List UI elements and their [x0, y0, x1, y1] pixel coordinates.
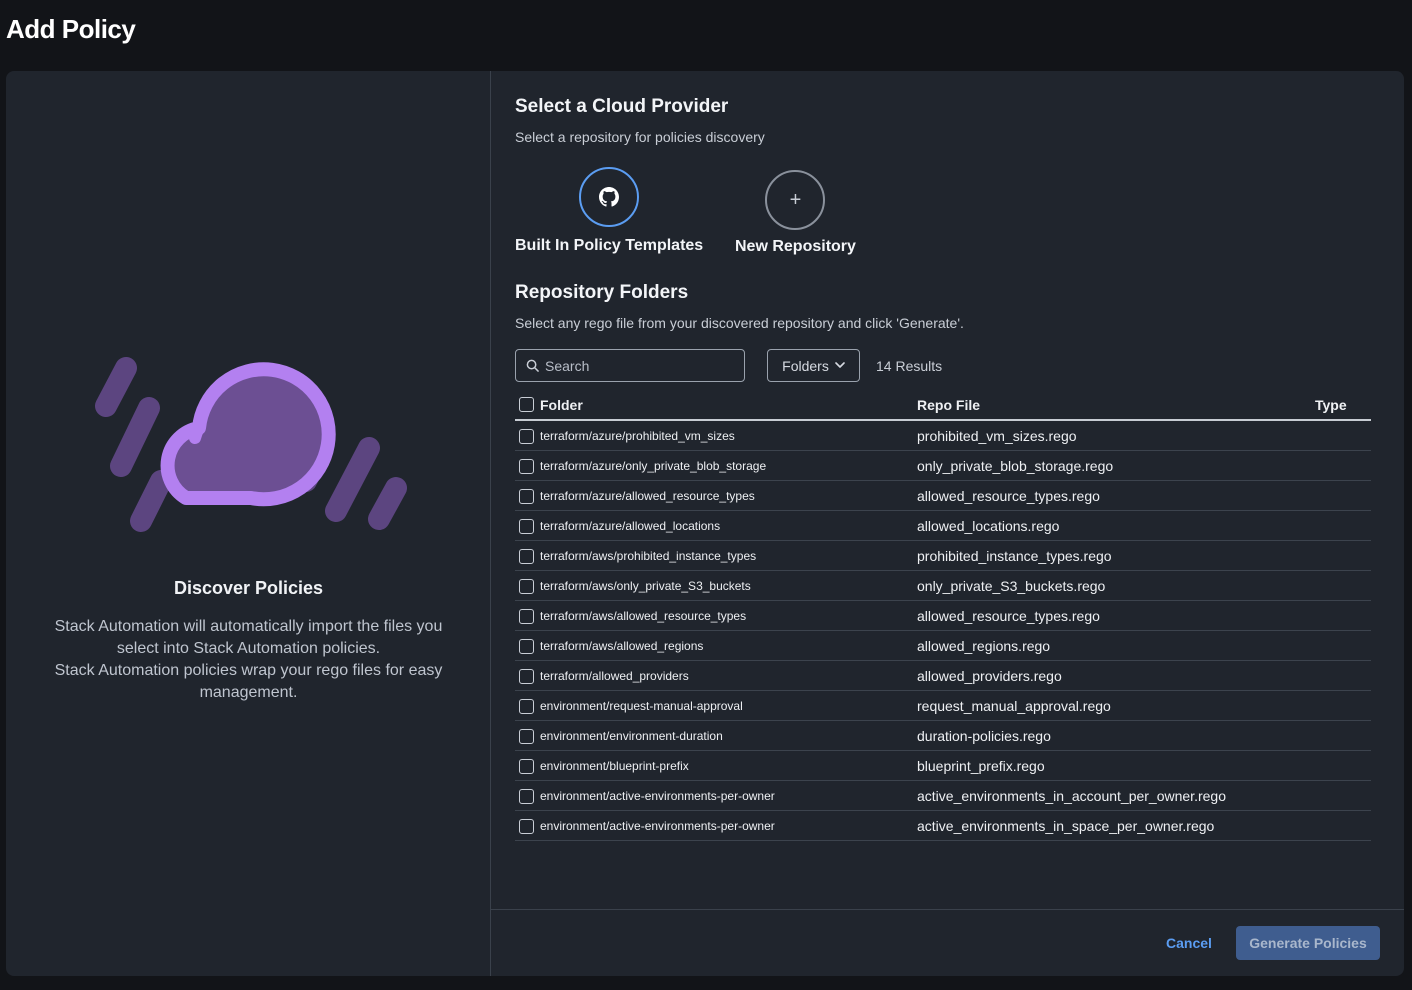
row-checkbox[interactable] — [519, 609, 534, 624]
discover-line-1: Stack Automation will automatically impo… — [54, 618, 443, 657]
row-checkbox[interactable] — [519, 429, 534, 444]
row-checkbox[interactable] — [519, 759, 534, 774]
table-row[interactable]: terraform/aws/allowed_resource_types allo… — [515, 601, 1371, 631]
row-folder: terraform/aws/only_private_S3_buckets — [540, 579, 751, 593]
provider-section-subtitle: Select a repository for policies discove… — [515, 129, 765, 145]
row-repo-file: blueprint_prefix.rego — [917, 758, 1045, 774]
provider-circle — [579, 167, 640, 227]
row-checkbox[interactable] — [519, 549, 534, 564]
cancel-button[interactable]: Cancel — [1166, 935, 1212, 951]
row-checkbox[interactable] — [519, 519, 534, 534]
discover-description: Stack Automation will automatically impo… — [36, 616, 461, 704]
row-checkbox[interactable] — [519, 729, 534, 744]
row-folder: terraform/azure/allowed_locations — [540, 519, 721, 533]
folders-section-subtitle: Select any rego file from your discovere… — [515, 315, 964, 331]
row-repo-file: allowed_regions.rego — [917, 638, 1051, 654]
table-row[interactable]: terraform/azure/allowed_locations allowed… — [515, 511, 1371, 541]
row-folder: environment/active-environments-per-owne… — [540, 819, 775, 833]
row-checkbox[interactable] — [519, 789, 534, 804]
row-folder: terraform/aws/allowed_regions — [540, 639, 704, 653]
row-folder: terraform/allowed_providers — [540, 669, 689, 683]
row-repo-file: allowed_resource_types.rego — [917, 488, 1100, 504]
row-checkbox[interactable] — [519, 669, 534, 684]
table-row[interactable]: terraform/aws/allowed_regions allowed_reg… — [515, 631, 1371, 661]
row-checkbox[interactable] — [519, 459, 534, 474]
row-repo-file: active_environments_in_account_per_owner… — [917, 788, 1226, 804]
table-row[interactable]: environment/request-manual-approval reque… — [515, 691, 1371, 721]
table-row[interactable]: environment/active-environments-per-owne… — [515, 781, 1371, 811]
row-folder: environment/environment-duration — [540, 729, 723, 743]
row-checkbox[interactable] — [519, 699, 534, 714]
table-row[interactable]: terraform/azure/allowed_resource_types al… — [515, 481, 1371, 511]
row-repo-file: duration-policies.rego — [917, 728, 1051, 744]
row-checkbox[interactable] — [519, 819, 534, 834]
row-folder: terraform/azure/allowed_resource_types — [540, 489, 755, 503]
table-header: Folder Repo File Type — [515, 391, 1371, 421]
chevron-down-icon — [835, 362, 845, 368]
folders-filter-label: Folders — [782, 357, 829, 374]
search-icon — [526, 359, 539, 372]
row-folder: environment/active-environments-per-owne… — [540, 789, 775, 803]
row-folder: terraform/aws/allowed_resource_types — [540, 609, 747, 623]
row-repo-file: allowed_resource_types.rego — [917, 608, 1100, 624]
policy-files-table: Folder Repo File Type terraform/azure/pr… — [515, 391, 1371, 841]
row-folder: terraform/aws/prohibited_instance_types — [540, 549, 757, 563]
row-repo-file: only_private_S3_buckets.rego — [917, 578, 1106, 594]
row-checkbox[interactable] — [519, 489, 534, 504]
select-all-checkbox[interactable] — [519, 397, 534, 412]
generate-policies-button[interactable]: Generate Policies — [1236, 926, 1380, 960]
table-row[interactable]: terraform/aws/prohibited_instance_types p… — [515, 541, 1371, 571]
discover-line-2: Stack Automation policies wrap your rego… — [54, 662, 443, 701]
discover-title: Discover Policies — [173, 578, 324, 598]
row-repo-file: allowed_providers.rego — [917, 668, 1062, 684]
plus-icon: + — [789, 189, 802, 211]
cloud-illustration-icon — [95, 357, 407, 532]
row-folder: terraform/azure/prohibited_vm_sizes — [540, 429, 735, 443]
row-repo-file: request_manual_approval.rego — [917, 698, 1111, 714]
row-folder: environment/blueprint-prefix — [540, 759, 689, 773]
row-repo-file: prohibited_vm_sizes.rego — [917, 428, 1077, 444]
table-row[interactable]: terraform/azure/only_private_blob_storag… — [515, 451, 1371, 481]
dialog-footer: Cancel Generate Policies — [491, 909, 1404, 976]
table-body: terraform/azure/prohibited_vm_sizesprohi… — [515, 421, 1371, 841]
table-row[interactable]: environment/blueprint-prefix blueprint_pr… — [515, 751, 1371, 781]
row-repo-file: prohibited_instance_types.rego — [917, 548, 1112, 564]
folders-section-title: Repository Folders — [515, 282, 689, 303]
results-count: 14 Results — [876, 358, 943, 374]
add-policy-panel: Discover Policies Stack Automation will … — [6, 71, 1404, 976]
table-row[interactable]: terraform/azure/prohibited_vm_sizes prohi… — [515, 421, 1371, 451]
row-repo-file: allowed_locations.rego — [917, 518, 1060, 534]
row-folder: environment/request-manual-approval — [540, 699, 743, 713]
config-pane: Select a Cloud Provider Select a reposit… — [491, 71, 1404, 976]
folders-filter-dropdown[interactable]: Folders — [767, 349, 860, 382]
github-icon — [599, 187, 620, 207]
row-checkbox[interactable] — [519, 639, 534, 654]
row-folder: terraform/azure/only_private_blob_storag… — [540, 459, 767, 473]
table-row[interactable]: terraform/allowed_providers allowed_provi… — [515, 661, 1371, 691]
row-repo-file: active_environments_in_space_per_owner.r… — [917, 818, 1215, 834]
search-input[interactable] — [545, 357, 725, 374]
table-row[interactable]: environment/active-environments-per-owne… — [515, 811, 1371, 841]
provider-label: Built In Policy Templates — [515, 237, 704, 254]
provider-built-in-templates[interactable]: Built In Policy Templates — [515, 167, 703, 255]
provider-label: New Repository — [735, 238, 856, 255]
page-title: Add Policy — [6, 14, 136, 44]
provider-new-repository[interactable]: + New Repository — [735, 170, 856, 256]
provider-section-title: Select a Cloud Provider — [515, 96, 729, 117]
header-type: Type — [1315, 397, 1347, 413]
discover-pane: Discover Policies Stack Automation will … — [6, 71, 491, 976]
header-folder: Folder — [540, 397, 583, 413]
row-repo-file: only_private_blob_storage.rego — [917, 458, 1114, 474]
row-checkbox[interactable] — [519, 579, 534, 594]
provider-circle: + — [765, 170, 826, 230]
table-row[interactable]: terraform/aws/only_private_S3_buckets onl… — [515, 571, 1371, 601]
table-row[interactable]: environment/environment-duration duration… — [515, 721, 1371, 751]
header-repo-file: Repo File — [917, 397, 981, 413]
search-box[interactable] — [515, 349, 745, 382]
